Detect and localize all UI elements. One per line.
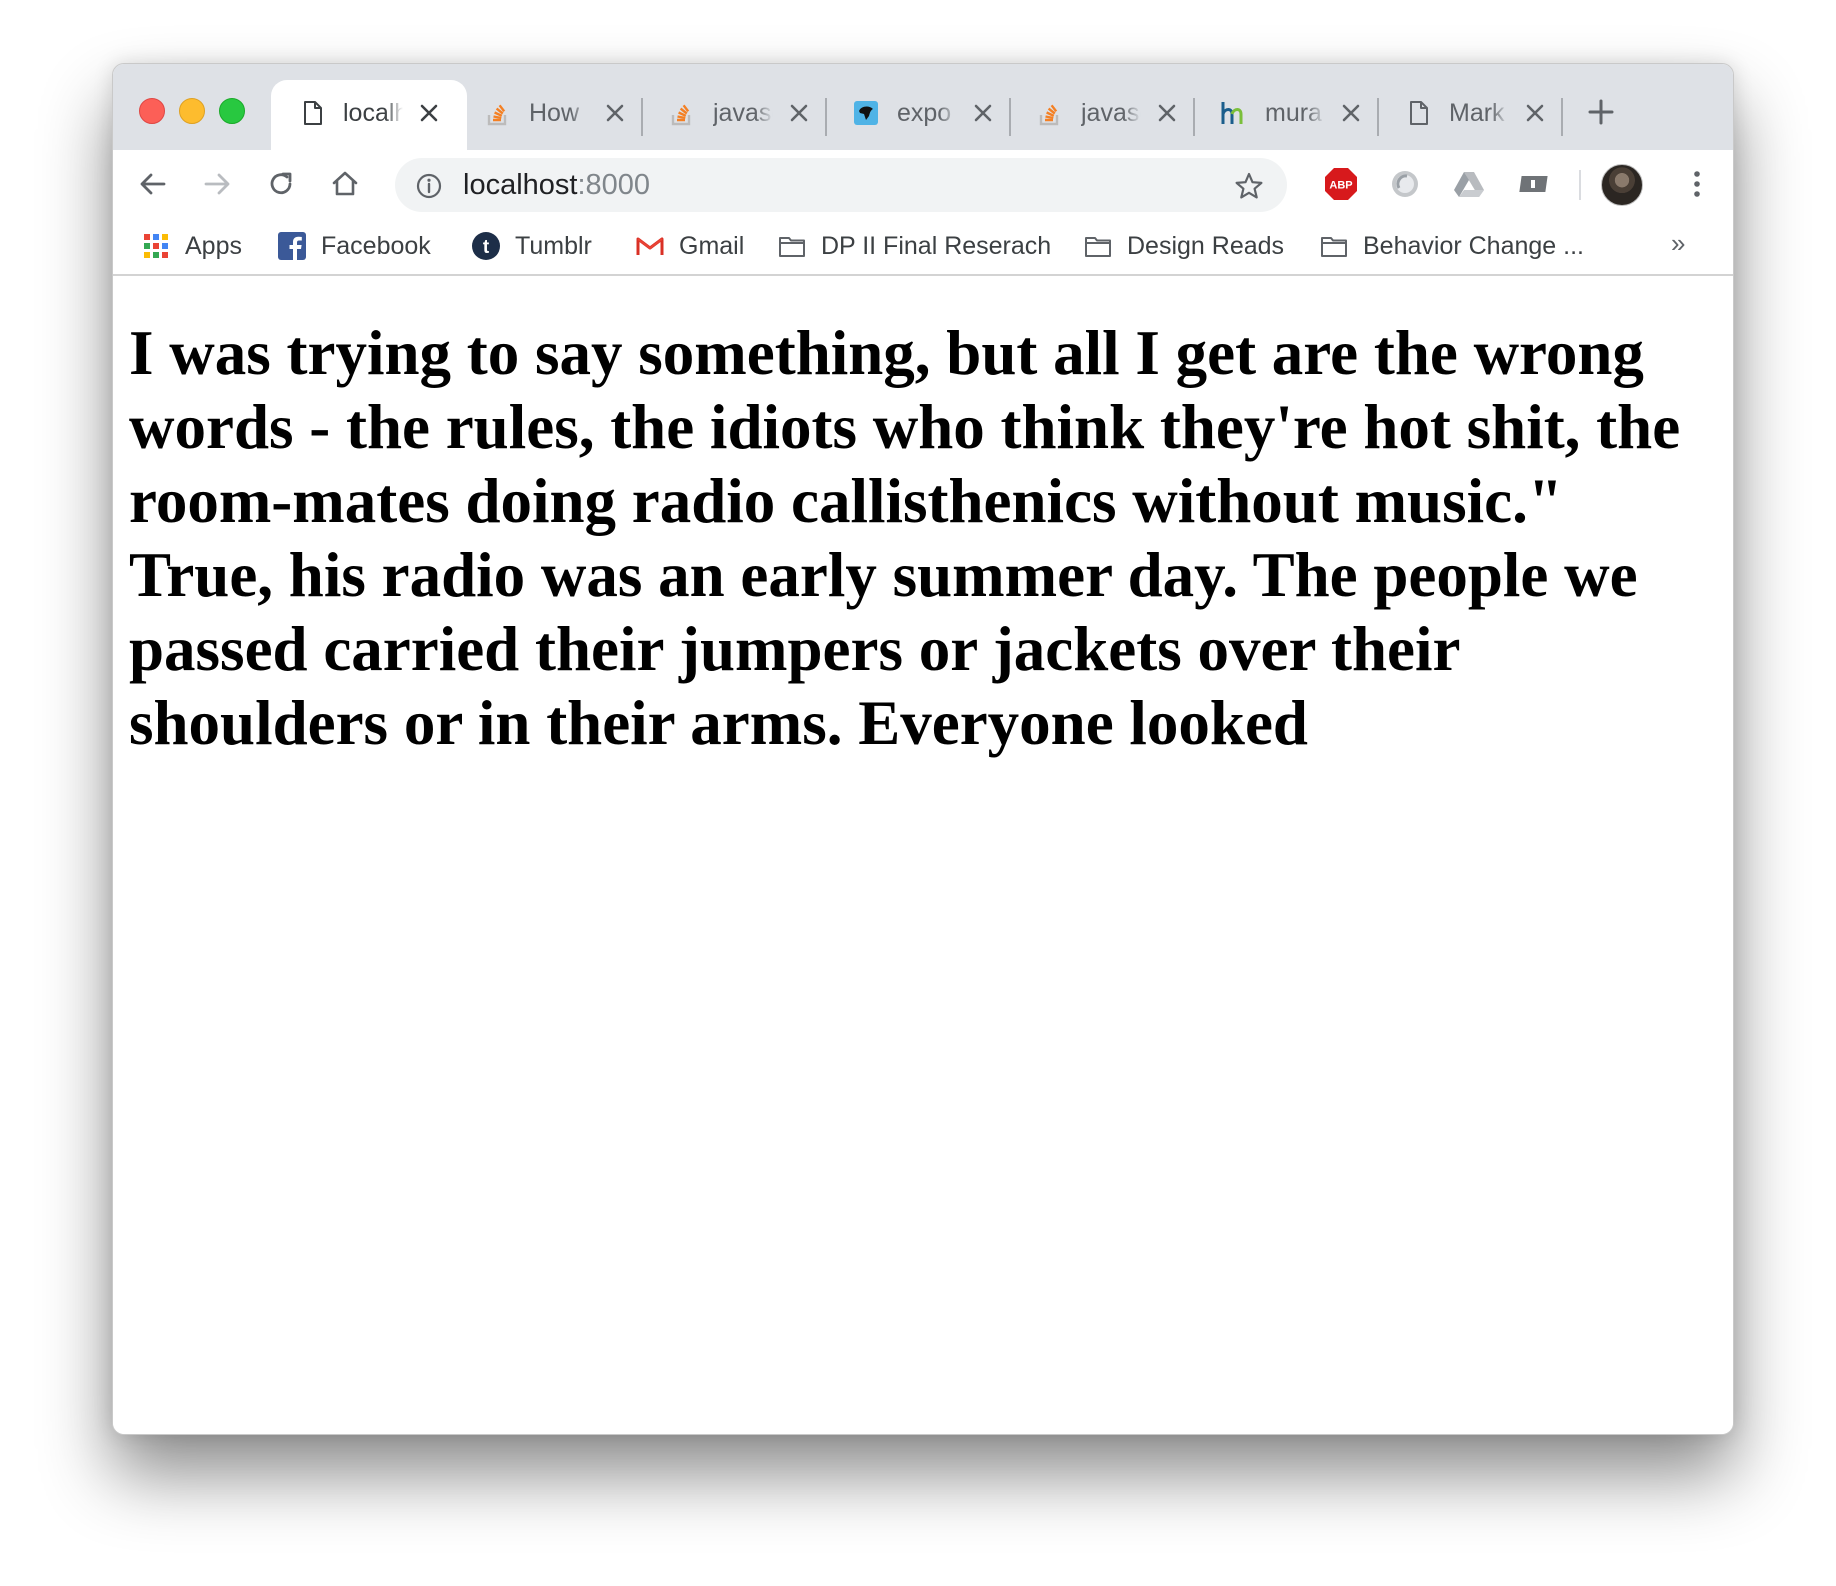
address-url[interactable]: localhost:8000 (463, 169, 650, 202)
folder-icon (779, 237, 805, 257)
bookmarks-overflow-chevron[interactable]: » (1671, 228, 1685, 259)
tab-title: How (529, 99, 580, 127)
browser-window: localhost:8000 How (112, 63, 1734, 1435)
gmail-icon (636, 237, 664, 255)
bookmark-apps[interactable]: Apps (141, 226, 242, 266)
tab-mark[interactable]: Mark (1377, 80, 1562, 150)
bookmark-label: Design Reads (1127, 231, 1285, 260)
cast-extension-icon[interactable] (1515, 166, 1551, 202)
tab-mura[interactable]: mura (1193, 80, 1378, 150)
page-viewport: I was trying to say something, but all I… (113, 276, 1733, 1434)
tab-title: Mark (1449, 99, 1505, 127)
tumblr-icon: t (472, 232, 500, 260)
tab-title: localhost:8000 (343, 99, 403, 127)
bookmark-dp-ii-final-reserach[interactable]: DP II Final Reserach (777, 226, 1051, 266)
close-tab-icon[interactable] (787, 101, 811, 125)
stackoverflow-icon (487, 104, 507, 126)
folder-icon (1321, 237, 1347, 257)
expo-icon (854, 101, 878, 125)
circle-extension-icon[interactable] (1387, 166, 1423, 202)
close-tab-icon[interactable] (417, 101, 441, 125)
zoom-window-button[interactable] (219, 98, 245, 124)
page-heading: I was trying to say something, but all I… (129, 318, 1681, 758)
tab-strip: localhost:8000 How (113, 64, 1733, 150)
close-tab-icon[interactable] (971, 101, 995, 125)
mura-icon (1221, 102, 1243, 124)
close-tab-icon[interactable] (603, 101, 627, 125)
minimize-window-button[interactable] (179, 98, 205, 124)
tab-separator (1561, 98, 1563, 136)
close-window-button[interactable] (139, 98, 165, 124)
tab-title: mura (1265, 99, 1322, 127)
reload-icon[interactable] (263, 166, 299, 202)
profile-avatar[interactable] (1601, 164, 1643, 206)
bookmark-label: DP II Final Reserach (821, 231, 1052, 260)
bookmark-facebook[interactable]: Facebook (277, 226, 431, 266)
stackoverflow-icon (671, 104, 691, 126)
google-drive-icon[interactable] (1451, 166, 1487, 202)
bookmark-tumblr[interactable]: t Tumblr (471, 226, 592, 266)
bookmark-label: Tumblr (515, 231, 592, 260)
bookmark-gmail[interactable]: Gmail (635, 226, 744, 266)
bookmark-design-reads[interactable]: Design Reads (1083, 226, 1284, 266)
tab-localhost[interactable]: localhost:8000 (271, 80, 467, 150)
more-menu-icon[interactable] (1679, 166, 1715, 202)
stackoverflow-icon (1039, 104, 1059, 126)
bookmark-label: Behavior Change ... (1363, 231, 1584, 260)
tab-javascript-1[interactable]: javascript (641, 80, 826, 150)
tab-title: javascript (1081, 99, 1141, 127)
document-icon (304, 101, 322, 125)
close-tab-icon[interactable] (1339, 101, 1363, 125)
info-icon[interactable] (415, 172, 443, 200)
adblock-plus-icon[interactable]: ABP (1323, 166, 1359, 202)
close-tab-icon[interactable] (1523, 101, 1547, 125)
bookmark-label: Facebook (321, 231, 431, 260)
url-host: localhost (463, 169, 578, 201)
document-icon (1410, 101, 1428, 125)
bookmark-star-icon[interactable] (1233, 170, 1265, 202)
apps-grid-icon (144, 234, 168, 258)
svg-text:t: t (483, 237, 490, 258)
forward-arrow-icon[interactable] (199, 166, 235, 202)
bookmark-behavior-change[interactable]: Behavior Change ... (1319, 226, 1584, 266)
adblock-label: ABP (1329, 180, 1352, 192)
close-tab-icon[interactable] (1155, 101, 1179, 125)
facebook-icon (278, 232, 306, 260)
home-icon[interactable] (327, 166, 363, 202)
tab-javascript-2[interactable]: javascript (1009, 80, 1194, 150)
bookmark-label: Apps (185, 231, 242, 260)
browser-toolbar: localhost:8000 ABP (113, 150, 1733, 218)
bookmarks-bar: Apps Facebook t Tumblr Gmail DP II Final… (113, 218, 1733, 276)
bookmark-label: Gmail (679, 231, 745, 260)
folder-icon (1085, 237, 1111, 257)
url-port: :8000 (577, 169, 651, 201)
address-bar[interactable]: localhost:8000 (395, 158, 1287, 212)
new-tab-plus-icon[interactable] (1585, 96, 1617, 128)
tab-how[interactable]: How (457, 80, 642, 150)
tab-title: expo (897, 99, 952, 127)
tab-title: javascript (713, 99, 773, 127)
back-arrow-icon[interactable] (135, 166, 171, 202)
tab-expo[interactable]: expo (825, 80, 1010, 150)
toolbar-divider (1579, 170, 1581, 200)
